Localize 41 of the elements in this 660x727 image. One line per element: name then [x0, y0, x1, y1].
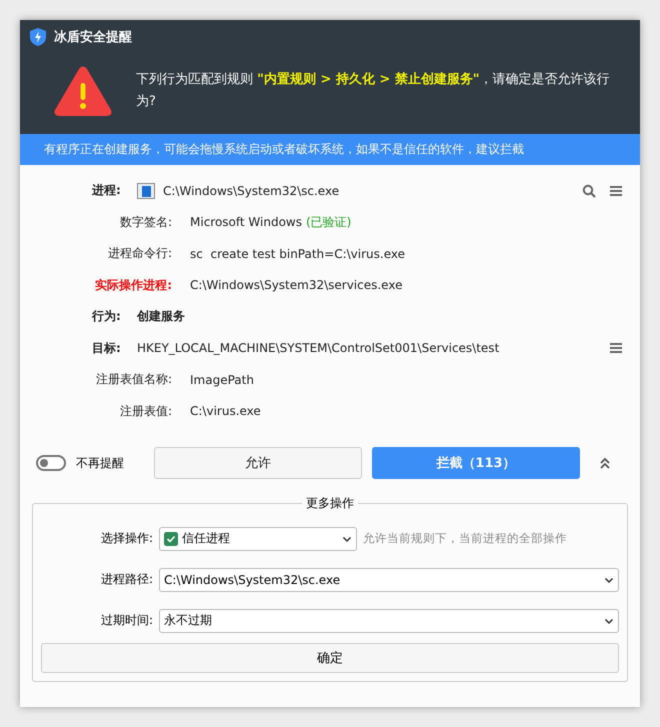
- field-value: 创建服务: [137, 308, 185, 326]
- field-label: 注册表值名称:: [94, 371, 172, 388]
- menu-icon: [610, 184, 622, 197]
- field-label: 行为:: [92, 308, 122, 326]
- menu-button[interactable]: [610, 342, 622, 354]
- field-value: C:\Windows\System32\services.exe: [190, 278, 402, 292]
- shield-icon: [30, 28, 46, 46]
- field-label: 进程路径:: [100, 571, 153, 588]
- warning-banner: 有程序正在创建服务，可能会拖慢系统启动或者破坏系统，如果不是信任的软件，建议拦截: [20, 134, 640, 165]
- search-button[interactable]: [582, 184, 596, 198]
- dropdown-select[interactable]: C:\Windows\System32\sc.exe: [159, 568, 619, 592]
- alert-message: 下列行为匹配到规则 "内置规则 > 持久化 > 禁止创建服务"，请确定是否允许该行为?: [136, 71, 610, 111]
- field-value: C:\Windows\System32\sc.exe: [163, 184, 340, 198]
- toggle-label: 不再提醒: [76, 454, 124, 472]
- field-label: 数字签名:: [118, 214, 172, 231]
- field-value: C:\virus.exe: [190, 404, 261, 418]
- panel-title: 更多操作: [305, 495, 355, 512]
- field-label: 进程:: [92, 182, 122, 200]
- field-value: HKEY_LOCAL_MACHINE\SYSTEM\ControlSet001\Services\test: [137, 341, 500, 356]
- field-label: 注册表值:: [118, 402, 172, 420]
- checkbox-icon: [164, 532, 178, 546]
- dropdown-select[interactable]: 信任进程: [159, 526, 357, 550]
- field-label: 目标:: [92, 340, 122, 357]
- confirm-button[interactable]: 确定: [41, 643, 619, 673]
- field-value: sc create test binPath=C:\virus.exe: [190, 246, 406, 261]
- window-title: 冰盾安全提醒: [54, 28, 132, 46]
- menu-button[interactable]: [610, 184, 622, 197]
- warning-icon: [54, 66, 112, 116]
- field-value: Microsoft Windows: [190, 215, 302, 230]
- field-label: 过期时间:: [100, 612, 153, 629]
- verified-note: (已验证): [306, 214, 352, 231]
- field-value: ImagePath: [190, 372, 254, 387]
- field-label: 选择操作:: [100, 530, 153, 547]
- double-chevron-icon: [599, 457, 611, 469]
- menu-icon: [610, 342, 622, 354]
- field-label: 进程命令行:: [106, 245, 172, 262]
- dropdown-select[interactable]: 永不过期: [159, 608, 619, 632]
- allow-button[interactable]: 允许: [154, 447, 362, 479]
- toggle-switch[interactable]: [36, 455, 66, 471]
- field-label: 实际操作进程:: [94, 276, 172, 294]
- hint-text: 允许当前规则下，当前进程的全部操作: [363, 531, 567, 546]
